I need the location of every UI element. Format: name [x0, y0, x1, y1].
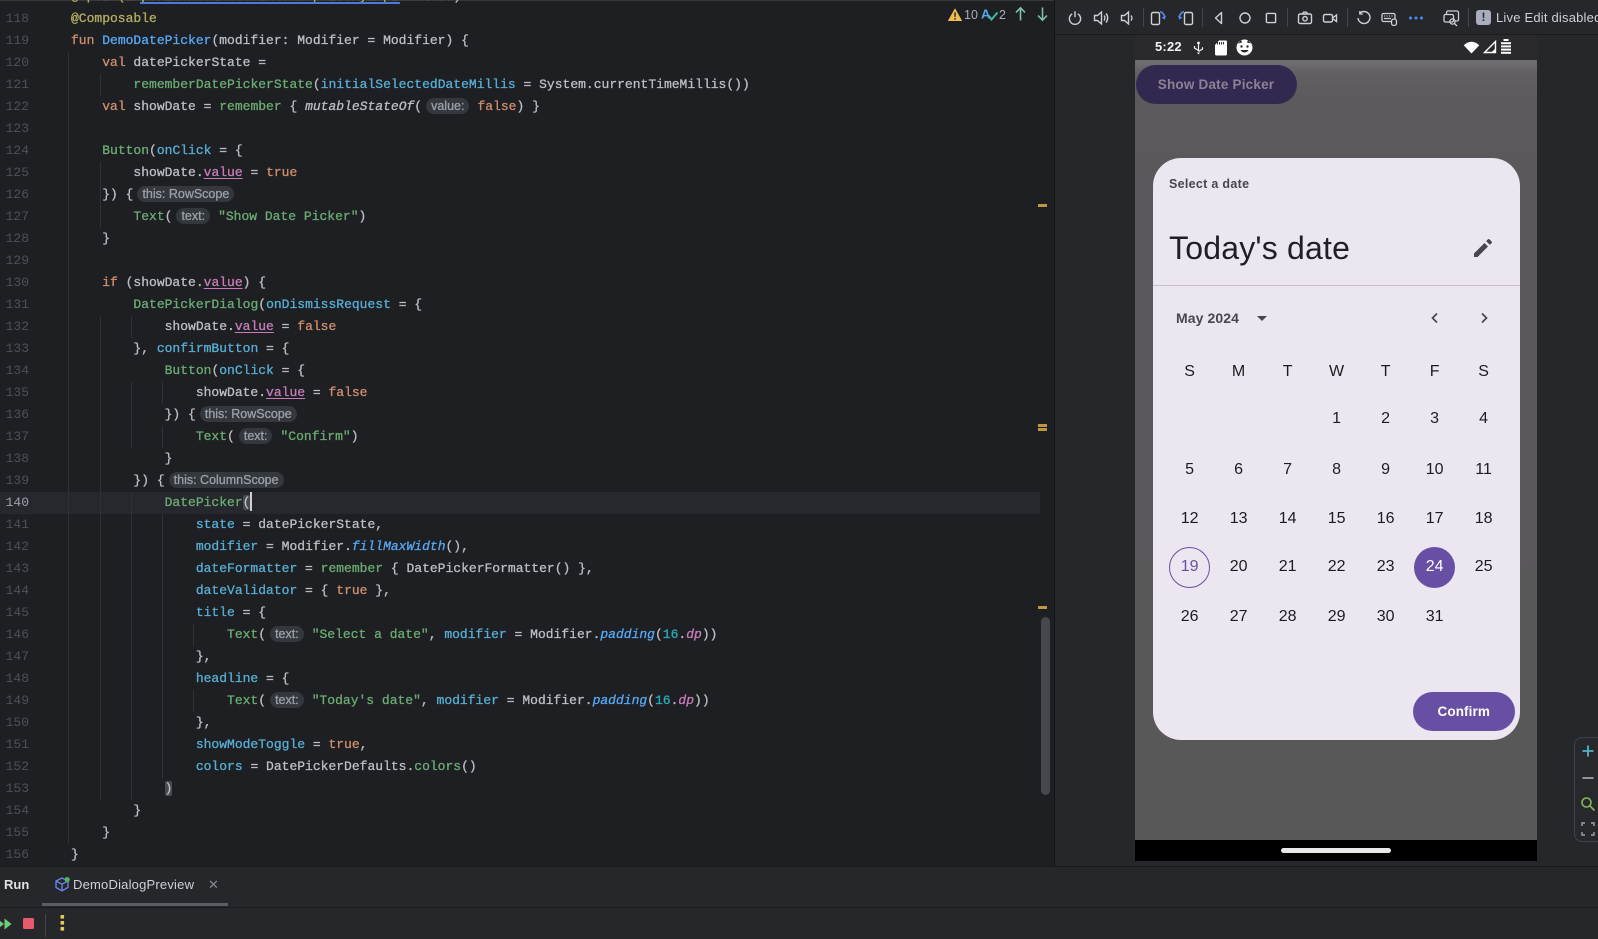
svg-text:A: A	[981, 7, 991, 22]
